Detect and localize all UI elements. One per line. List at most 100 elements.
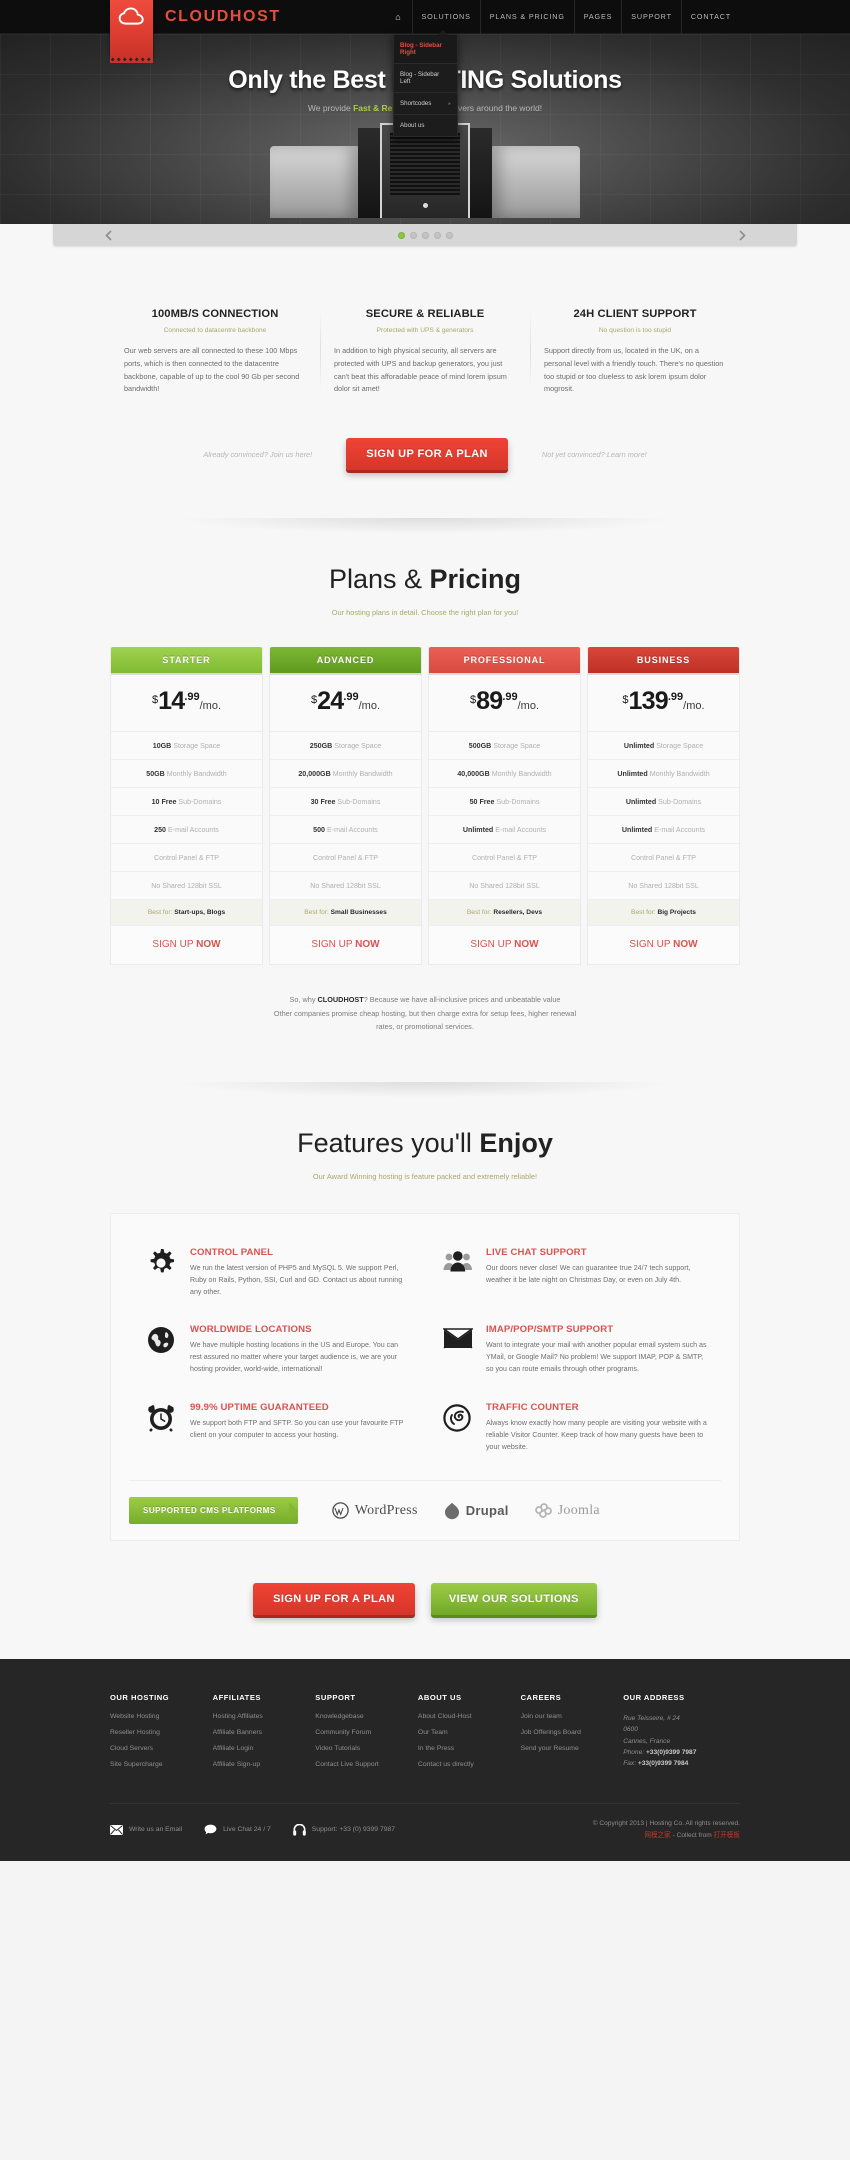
footer-link[interactable]: About Cloud-Host (418, 1713, 513, 1720)
why-post: ? Because we have all-inclusive prices a… (363, 995, 561, 1005)
plan-feature-value: Unlimted (625, 797, 657, 806)
footer-link[interactable]: Video Tutorials (315, 1745, 410, 1752)
slider-dot-2[interactable] (409, 231, 417, 239)
slider-prev-button[interactable] (95, 224, 121, 246)
plan-signup-button[interactable]: SIGN UP NOW (111, 926, 262, 965)
cms-logo-drupal[interactable]: Drupal (444, 1502, 509, 1520)
plan-best-for: Best for: Big Projects (588, 900, 739, 927)
pricing-why-text: So, why CLOUDHOST? Because we have all-i… (110, 993, 740, 1033)
plan-feature-label: Control Panel & FTP (630, 853, 697, 862)
footer-link[interactable]: Join our team (521, 1713, 616, 1720)
footer-link[interactable]: Affiliate Banners (213, 1729, 308, 1736)
brand-name[interactable]: CLOUDHOST (165, 8, 281, 26)
plan-signup-button[interactable]: SIGN UP NOW (270, 926, 421, 965)
plan-feature-label: Sub-Domains (496, 797, 540, 806)
footer-link[interactable]: Hosting Affiliates (213, 1713, 308, 1720)
best-for-label: Best for: (631, 909, 656, 917)
signup-bold: NOW (196, 939, 221, 951)
footer-contact-email[interactable]: Write us an Email (110, 1824, 182, 1835)
plan-signup-button[interactable]: SIGN UP NOW (588, 926, 739, 965)
plan-feature-value: Unlimted (462, 825, 494, 834)
plan-feature-label: No Shared 128bit SSL (469, 881, 540, 890)
chat-bubble-icon (204, 1824, 217, 1835)
view-solutions-button[interactable]: VIEW OUR SOLUTIONS (430, 1583, 597, 1616)
joomla-icon (534, 1503, 552, 1519)
intro-section: 100MB/S CONNECTION Connected to datacent… (0, 246, 850, 535)
footer-contact-live-chat[interactable]: Live Chat 24 / 7 (204, 1824, 271, 1835)
footer-link[interactable]: Send your Resume (521, 1745, 616, 1752)
footer-link[interactable]: Affiliate Login (213, 1745, 308, 1752)
plan-feature: No Shared 128bit SSL (111, 872, 262, 901)
footer-link[interactable]: Website Hosting (110, 1713, 205, 1720)
feature-title: TRAFFIC COUNTER (486, 1401, 579, 1413)
plan-feature-label: No Shared 128bit SSL (628, 881, 699, 890)
bottom-signup-button[interactable]: SIGN UP FOR A PLAN (253, 1583, 415, 1616)
footer-link[interactable]: Contact Live Support (315, 1761, 410, 1768)
chevron-right-icon: ▸ (448, 100, 451, 107)
best-for-label: Best for: (304, 909, 329, 917)
pricing-section: Plans & Pricing Our hosting plans in det… (0, 534, 850, 1098)
section-divider (175, 1081, 675, 1098)
slider-dot-5[interactable] (445, 231, 453, 239)
plan-period: /mo. (517, 700, 540, 713)
plan-feature-label: Monthly Bandwidth (649, 769, 710, 778)
footer-link[interactable]: Our Team (418, 1729, 513, 1736)
logo-ribbon[interactable] (110, 0, 153, 63)
server-left (270, 146, 360, 218)
plan-signup-button[interactable]: SIGN UP NOW (429, 926, 580, 965)
signup-for-plan-button[interactable]: SIGN UP FOR A PLAN (346, 438, 508, 471)
signup-bold: NOW (355, 939, 380, 951)
plan-price: $14.99/mo. (111, 673, 262, 733)
footer-link[interactable]: Contact us directly (418, 1761, 513, 1768)
plan-feature-label: Storage Space (656, 741, 704, 750)
nav-item-contact[interactable]: CONTACT (680, 0, 740, 34)
why-pre: So, why (289, 995, 318, 1005)
why-line-2: Other companies promise cheap hosting, b… (273, 1008, 577, 1018)
dropdown-item-shortcodes[interactable]: Shortcodes ▸ (394, 93, 457, 115)
feature-body: We have multiple hosting locations in th… (190, 1341, 399, 1374)
footer-link[interactable]: In the Press (418, 1745, 513, 1752)
footer-contact-support[interactable]: Support: +33 (0) 9399 7987 (292, 1823, 395, 1836)
feature-title-prefix: 99.9% (190, 1401, 221, 1413)
footer-link[interactable]: Job Offerings Board (521, 1729, 616, 1736)
dropdown-item-blog-sidebar-left[interactable]: Blog - Sidebar Left (394, 64, 457, 93)
pricing-header: Plans & Pricing Our hosting plans in det… (110, 534, 740, 617)
plan-period: /mo. (358, 700, 381, 713)
footer-link[interactable]: Affiliate Sign-up (213, 1761, 308, 1768)
cms-logo-wordpress[interactable]: WordPress (331, 1502, 418, 1519)
footer-link[interactable]: Cloud Servers (110, 1745, 205, 1752)
footer-column-our-hosting: OUR HOSTING Website Hosting Reseller Hos… (110, 1693, 213, 1777)
footer-link[interactable]: Community Forum (315, 1729, 410, 1736)
server-center (380, 123, 470, 218)
footer-link[interactable]: Site Supercharge (110, 1761, 205, 1768)
nav-item-pages[interactable]: PAGES (573, 0, 621, 34)
cms-logo-joomla[interactable]: Joomla (534, 1502, 600, 1519)
slider-next-button[interactable] (729, 224, 755, 246)
nav-item-home[interactable]: ⌂ (389, 0, 411, 34)
nav-item-plans-pricing[interactable]: PLANS & PRICING (479, 0, 574, 34)
footer-link[interactable]: Knowledgebase (315, 1713, 410, 1720)
plan-name: PROFESSIONAL (429, 647, 580, 674)
plan-feature-label: Sub-Domains (178, 797, 222, 806)
dropdown-item-label: About us (400, 122, 425, 129)
intro-tagline: No question is too stupid (598, 327, 672, 334)
pricing-title-bold: Pricing (429, 564, 522, 595)
nav-item-support[interactable]: SUPPORT (621, 0, 681, 34)
slider-dot-3[interactable] (421, 231, 429, 239)
dropdown-item-about-us[interactable]: About us (394, 115, 457, 136)
chevron-left-icon (104, 229, 112, 241)
slider-dot-1[interactable] (397, 231, 405, 239)
slider-dots (397, 231, 453, 239)
features-title-bold: Enjoy (479, 1127, 553, 1158)
footer-link[interactable]: Reseller Hosting (110, 1729, 205, 1736)
plan-feature-value: 250 (154, 825, 166, 834)
plan-feature-label: E-mail Accounts (167, 825, 219, 834)
best-for-value: Resellers, Devs (493, 909, 543, 917)
best-for-label: Best for: (147, 909, 173, 917)
slider-dot-4[interactable] (433, 231, 441, 239)
plan-name: STARTER (111, 647, 262, 674)
plan-best-for: Best for: Resellers, Devs (429, 900, 580, 927)
plan-price-dec: .99 (343, 691, 359, 704)
nav-item-solutions[interactable]: SOLUTIONS (411, 0, 480, 34)
dropdown-item-blog-sidebar-right[interactable]: Blog - Sidebar Right (394, 35, 457, 64)
